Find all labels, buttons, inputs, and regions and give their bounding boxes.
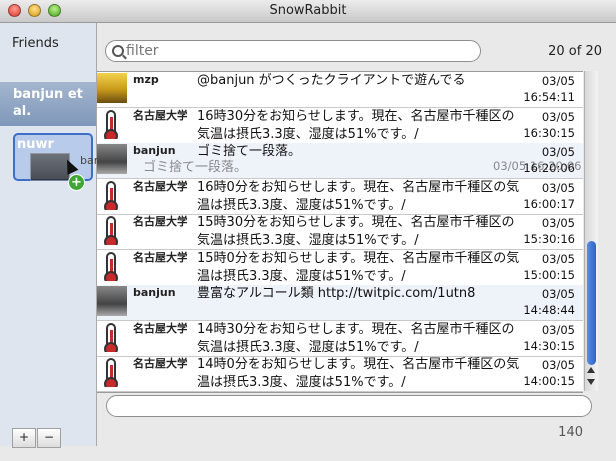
tweet-timestamp: 03/05 14:30:15 [515, 322, 575, 354]
tweet-timestamp: 03/05 15:30:16 [515, 215, 575, 247]
thermometer-icon [97, 322, 127, 352]
tweet-text: 14時0分をお知らせします。現在、名古屋市千種区の気温は摂氏3.3度、湿度は51… [197, 357, 520, 390]
tweet-date: 03/05 [541, 287, 575, 301]
tweet-time: 16:00:17 [523, 197, 575, 211]
tweet-date: 03/05 [541, 252, 575, 266]
user-photo-icon [97, 73, 127, 103]
drag-ghost-text: ゴミ捨て一段落。 [143, 160, 248, 175]
sidebar-item-label: nuwr [17, 137, 54, 152]
table-row[interactable]: 名古屋大学気象お知… 15時30分をお知らせします。現在、名古屋市千種区の気温は摂… [97, 214, 583, 250]
tweet-time: 15:00:15 [523, 268, 575, 282]
tweet-text: 15時0分をお知らせします。現在、名古屋市千種区の気温は摂氏3.3度、湿度は51… [197, 251, 520, 284]
tweet-timestamp: 03/05 16:54:11 [515, 73, 575, 105]
tweet-date: 03/05 [541, 110, 575, 124]
tweet-timestamp: 03/05 14:00:15 [515, 357, 575, 389]
tweet-text: 16時30分をお知らせします。現在、名古屋市千種区の気温は摂氏3.3度、湿度は5… [197, 109, 515, 142]
compose-field[interactable] [106, 395, 592, 417]
tweet-timestamp: 03/05 14:48:44 [515, 286, 575, 318]
app-window: SnowRabbit Friends banjun et al. nuwr ba… [0, 0, 616, 461]
tweet-text: 15時30分をお知らせします。現在、名古屋市千種区の気温は摂氏3.3度、湿度は5… [197, 215, 515, 248]
remaining-characters: 140 [558, 425, 583, 440]
window-title: SnowRabbit [269, 3, 347, 18]
remove-group-button[interactable]: − [37, 428, 61, 448]
tweet-date: 03/05 [541, 74, 575, 88]
table-row[interactable]: 名古屋大学気象お知… 16時0分をお知らせします。現在、名古屋市千種区の気温は摂氏… [97, 179, 583, 215]
drag-ghost-time: 16:20:06 [529, 159, 582, 173]
timeline-scrollbar[interactable] [584, 71, 598, 391]
tweet-timestamp: 03/05 16:00:17 [515, 180, 575, 212]
tweet-timestamp: 03/05 16:30:15 [515, 109, 575, 141]
friends-sidebar: Friends banjun et al. nuwr banjun + + − [0, 23, 118, 448]
tweet-username[interactable]: mzp [133, 73, 187, 87]
tweet-date: 03/05 [541, 181, 575, 195]
main-panel: 20 of 20 mzp @banjun がつくったクライアントで遊んでる 03/0… [97, 23, 616, 461]
tweet-time: 16:54:11 [523, 90, 575, 104]
tweet-username[interactable]: 名古屋大学気象お知… [133, 357, 187, 371]
scroll-thumb[interactable] [587, 241, 596, 365]
compose-input[interactable] [117, 397, 577, 415]
scroll-down-arrow-icon[interactable] [587, 379, 595, 385]
thermometer-icon [97, 215, 127, 245]
tweet-time: 14:30:15 [523, 339, 575, 353]
thermometer-icon [97, 251, 127, 281]
tweet-username[interactable]: 名古屋大学気象お知… [133, 215, 187, 229]
tweet-text: 豊富なアルコール類 http://twitpic.com/1utn8 [197, 286, 476, 301]
tweet-text: @banjun がつくったクライアントで遊んでる [197, 73, 466, 88]
user-photo-icon [97, 286, 127, 316]
table-row[interactable]: mzp @banjun がつくったクライアントで遊んでる 03/05 16:54:11 [97, 72, 583, 108]
tweet-username[interactable]: 名古屋大学気象お知… [133, 251, 187, 265]
user-photo-icon [97, 144, 127, 174]
tweet-date: 03/05 [541, 358, 575, 372]
table-row[interactable]: 名古屋大学気象お知… 14時0分をお知らせします。現在、名古屋市千種区の気温は摂氏… [97, 356, 583, 392]
tweet-date: 03/05 [541, 216, 575, 230]
search-icon [112, 45, 124, 57]
table-row[interactable]: 名古屋大学気象お知… 14時30分をお知らせします。現在、名古屋市千種区の気温は摂… [97, 321, 583, 357]
thermometer-icon [97, 357, 127, 387]
friends-header: Friends [12, 36, 59, 51]
filter-input[interactable] [126, 42, 466, 60]
tweet-time: 15:30:16 [523, 232, 575, 246]
add-copy-icon: + [68, 174, 85, 191]
table-row[interactable]: banjun ゴミ捨て一段落。 03/05 16:20:06 ゴミ捨て一段落。 03/05… [97, 143, 583, 179]
tweet-time: 14:00:15 [523, 374, 575, 388]
sidebar-item-label: banjun et al. [13, 87, 83, 119]
table-row[interactable]: 名古屋大学気象お知… 16時30分をお知らせします。現在、名古屋市千種区の気温は摂… [97, 108, 583, 144]
tweet-time: 16:30:15 [523, 126, 575, 140]
add-group-button[interactable]: + [12, 428, 36, 448]
tweet-time: 14:48:44 [523, 303, 575, 317]
sidebar-item-selected-group[interactable]: banjun et al. [0, 82, 96, 126]
tweet-text: 16時0分をお知らせします。現在、名古屋市千種区の気温は摂氏3.3度、湿度は51… [197, 180, 520, 213]
title-bar[interactable]: SnowRabbit [0, 0, 616, 23]
tweet-text: 14時30分をお知らせします。現在、名古屋市千種区の気温は摂氏3.3度、湿度は5… [197, 322, 515, 355]
timeline-list[interactable]: mzp @banjun がつくったクライアントで遊んでる 03/05 16:54:11… [97, 71, 583, 393]
table-row[interactable]: 名古屋大学気象お知… 15時0分をお知らせします。現在、名古屋市千種区の気温は摂氏… [97, 250, 583, 286]
thermometer-icon [97, 180, 127, 210]
scroll-up-arrow-icon[interactable] [587, 367, 595, 373]
tweet-count: 20 of 20 [548, 44, 602, 59]
drag-ghost-date: 03/05 [493, 159, 527, 173]
tweet-username[interactable]: banjun [133, 286, 187, 300]
drag-ghost-timestamp: 03/05 16:20:06 [493, 158, 581, 174]
search-field[interactable] [105, 40, 481, 62]
tweet-username[interactable]: 名古屋大学気象お知… [133, 322, 187, 336]
tweet-username[interactable]: 名古屋大学気象お知… [133, 180, 187, 194]
thermometer-icon [97, 109, 127, 139]
tweet-date: 03/05 [541, 323, 575, 337]
table-row[interactable]: banjun 豊富なアルコール類 http://twitpic.com/1utn8… [97, 285, 583, 321]
tweet-username[interactable]: 名古屋大学気象お知… [133, 109, 187, 123]
tweet-timestamp: 03/05 15:00:15 [515, 251, 575, 283]
tweet-date: 03/05 [541, 145, 575, 159]
